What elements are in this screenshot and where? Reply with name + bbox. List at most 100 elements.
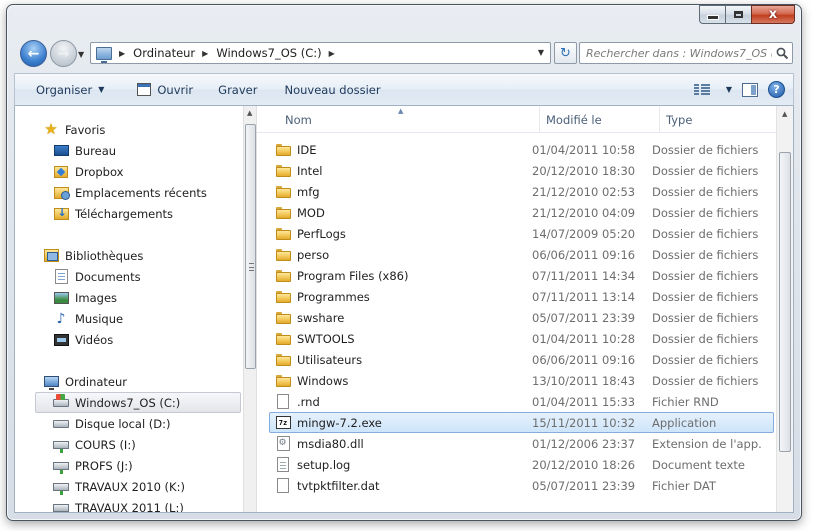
file-type: Dossier de fichiers	[652, 352, 759, 367]
search-icon[interactable]	[772, 47, 792, 60]
nav-item-t-l-chargements[interactable]: Téléchargements	[53, 203, 173, 224]
file-row[interactable]: Windows 13/10/2011 18:43 Dossier de fichie…	[269, 370, 774, 391]
file-row[interactable]: Intel 20/12/2010 18:30 Dossier de fichiers	[269, 160, 774, 181]
file-row[interactable]: .rnd 01/04/2011 15:33 Fichier RND	[269, 391, 774, 412]
view-options-dropdown[interactable]: ▼	[726, 85, 732, 94]
music-icon: ♪	[53, 311, 69, 327]
help-icon[interactable]: ?	[768, 81, 785, 98]
file-row[interactable]: perso 06/06/2011 09:16 Dossier de fichiers	[269, 244, 774, 265]
file-icon	[275, 478, 291, 494]
folder-icon	[275, 373, 291, 389]
scroll-up-arrow-icon[interactable]: ▲	[247, 109, 252, 117]
folder-icon	[275, 163, 291, 179]
file-row[interactable]: Utilisateurs 06/06/2011 09:16 Dossier de f…	[269, 349, 774, 370]
open-button[interactable]: Ouvrir	[113, 77, 202, 103]
organise-label: Organiser	[36, 82, 93, 97]
preview-pane-icon[interactable]	[742, 82, 758, 97]
close-button[interactable]: x	[751, 5, 795, 24]
maximize-button[interactable]	[725, 5, 751, 24]
file-type: Dossier de fichiers	[652, 247, 759, 262]
column-header-type[interactable]: Type	[659, 106, 779, 133]
forward-button[interactable]: →	[50, 40, 77, 67]
file-row[interactable]: Program Files (x86) 07/11/2011 14:34 Dossi…	[269, 265, 774, 286]
breadcrumb-ordinateur[interactable]: Ordinateur	[133, 46, 195, 60]
column-header-name[interactable]: Nom	[279, 106, 539, 133]
arrow-right-icon: →	[57, 45, 70, 62]
file-name: PerfLogs	[297, 226, 346, 241]
file-modified-date: 21/12/2010 02:53	[532, 184, 636, 199]
column-header-modified[interactable]: Modifié le	[539, 106, 659, 133]
nav-item-cours-i[interactable]: COURS (I:)	[53, 434, 136, 455]
nav-item-travaux-2011-l[interactable]: TRAVAUX 2011 (L:)	[53, 497, 184, 512]
file-modified-date: 01/04/2011 15:33	[532, 394, 636, 409]
minimize-button[interactable]	[699, 5, 725, 24]
file-list-scroll-thumb[interactable]	[779, 152, 791, 452]
folder-icon-glyph	[275, 227, 291, 240]
network-drive-icon	[53, 500, 69, 512]
file-list-scrollbar[interactable]: ▲	[776, 106, 793, 512]
new-folder-button[interactable]: Nouveau dossier	[266, 77, 389, 103]
downloads-icon-glyph	[53, 206, 69, 220]
scroll-up-arrow-icon[interactable]: ▲	[782, 110, 787, 118]
nav-item-bureau[interactable]: Bureau	[53, 140, 116, 161]
file-name: Windows	[297, 373, 349, 388]
nav-item-travaux-2010-k[interactable]: TRAVAUX 2010 (K:)	[53, 476, 185, 497]
folder-icon	[275, 289, 291, 305]
navigation-pane-scrollbar[interactable]: ▲	[243, 106, 257, 512]
nav-item-profs-j[interactable]: PROFS (J:)	[53, 455, 133, 476]
burn-button[interactable]: Graver	[202, 77, 266, 103]
address-history-dropdown[interactable]: ▼	[538, 48, 544, 57]
nav-item-label: Ordinateur	[65, 374, 128, 389]
pictures-icon-glyph	[53, 291, 69, 304]
network-drive-icon-glyph	[53, 461, 69, 474]
recent-pages-dropdown[interactable]: ▼	[78, 50, 84, 59]
back-button[interactable]: ←	[20, 40, 47, 67]
7zip-exe-icon: 7z	[275, 415, 291, 431]
nav-item-images[interactable]: Images	[53, 287, 117, 308]
refresh-button[interactable]: ↻	[554, 42, 577, 64]
nav-item-windows7-os-c[interactable]: Windows7_OS (C:)	[35, 392, 241, 413]
file-name: mfg	[297, 184, 320, 199]
file-row[interactable]: tvtpktfilter.dat 05/07/2011 23:39 Fichier …	[269, 475, 774, 496]
navigation-scroll-thumb[interactable]	[245, 124, 256, 369]
file-row[interactable]: PerfLogs 14/07/2009 05:20 Dossier de fichi…	[269, 223, 774, 244]
breadcrumb-separator-icon[interactable]: ▶	[202, 49, 208, 58]
content-area: ★ Favoris Bureau Dropbox Emplacements récent…	[14, 106, 794, 513]
file-row[interactable]: SWTOOLS 01/04/2011 10:28 Dossier de fichie…	[269, 328, 774, 349]
search-input[interactable]	[580, 46, 772, 60]
file-row[interactable]: Programmes 07/11/2011 13:14 Dossier de fic…	[269, 286, 774, 307]
search-box[interactable]	[579, 42, 793, 64]
desktop-icon	[53, 143, 69, 159]
file-row[interactable]: mfg 21/12/2010 02:53 Dossier de fichiers	[269, 181, 774, 202]
nav-item-biblioth-ques[interactable]: Bibliothèques	[43, 245, 143, 266]
file-row[interactable]: setup.log 20/12/2010 18:26 Document texte	[269, 454, 774, 475]
videos-icon-glyph	[53, 333, 69, 346]
nav-item-ordinateur[interactable]: Ordinateur	[43, 371, 127, 392]
address-bar[interactable]: ▶ Ordinateur ▶ Windows7_OS (C:) ▶ ▼	[90, 42, 551, 64]
nav-item-musique[interactable]: ♪ Musique	[53, 308, 124, 329]
file-modified-date: 07/11/2011 13:14	[532, 289, 636, 304]
nav-item-vid-os[interactable]: Vidéos	[53, 329, 113, 350]
file-row[interactable]: msdia80.dll 01/12/2006 23:37 Extension de …	[269, 433, 774, 454]
burn-label: Graver	[218, 82, 258, 97]
change-view-icon[interactable]	[693, 83, 710, 96]
nav-item-emplacements-r-cents[interactable]: Emplacements récents	[53, 182, 207, 203]
file-row[interactable]: 7z mingw-7.2.exe 15/11/2011 10:32 Applicati…	[269, 412, 774, 433]
star-icon: ★	[43, 122, 59, 138]
nav-item-dropbox[interactable]: Dropbox	[53, 161, 123, 182]
file-row[interactable]: MOD 21/12/2010 04:09 Dossier de fichiers	[269, 202, 774, 223]
file-row[interactable]: IDE 01/04/2011 10:58 Dossier de fichiers	[269, 139, 774, 160]
nav-item-favoris[interactable]: ★ Favoris	[43, 119, 105, 140]
file-row[interactable]: swshare 05/07/2011 23:39 Dossier de fichie…	[269, 307, 774, 328]
nav-item-label: COURS (I:)	[75, 437, 136, 452]
breadcrumb-separator-icon[interactable]: ▶	[119, 49, 125, 58]
file-list-pane[interactable]: ▲ Nom Modifié le Type T IDE 01/04/2011 10…	[257, 106, 793, 512]
file-type: Dossier de fichiers	[652, 373, 759, 388]
folder-icon-glyph	[275, 164, 291, 177]
nav-item-disque-local-d[interactable]: Disque local (D:)	[53, 413, 171, 434]
navigation-pane[interactable]: ★ Favoris Bureau Dropbox Emplacements récent…	[15, 106, 243, 512]
nav-item-documents[interactable]: Documents	[53, 266, 141, 287]
breadcrumb-separator-icon[interactable]: ▶	[329, 49, 335, 58]
breadcrumb-drive[interactable]: Windows7_OS (C:)	[216, 46, 321, 60]
organise-button[interactable]: Organiser ▼	[15, 77, 113, 103]
